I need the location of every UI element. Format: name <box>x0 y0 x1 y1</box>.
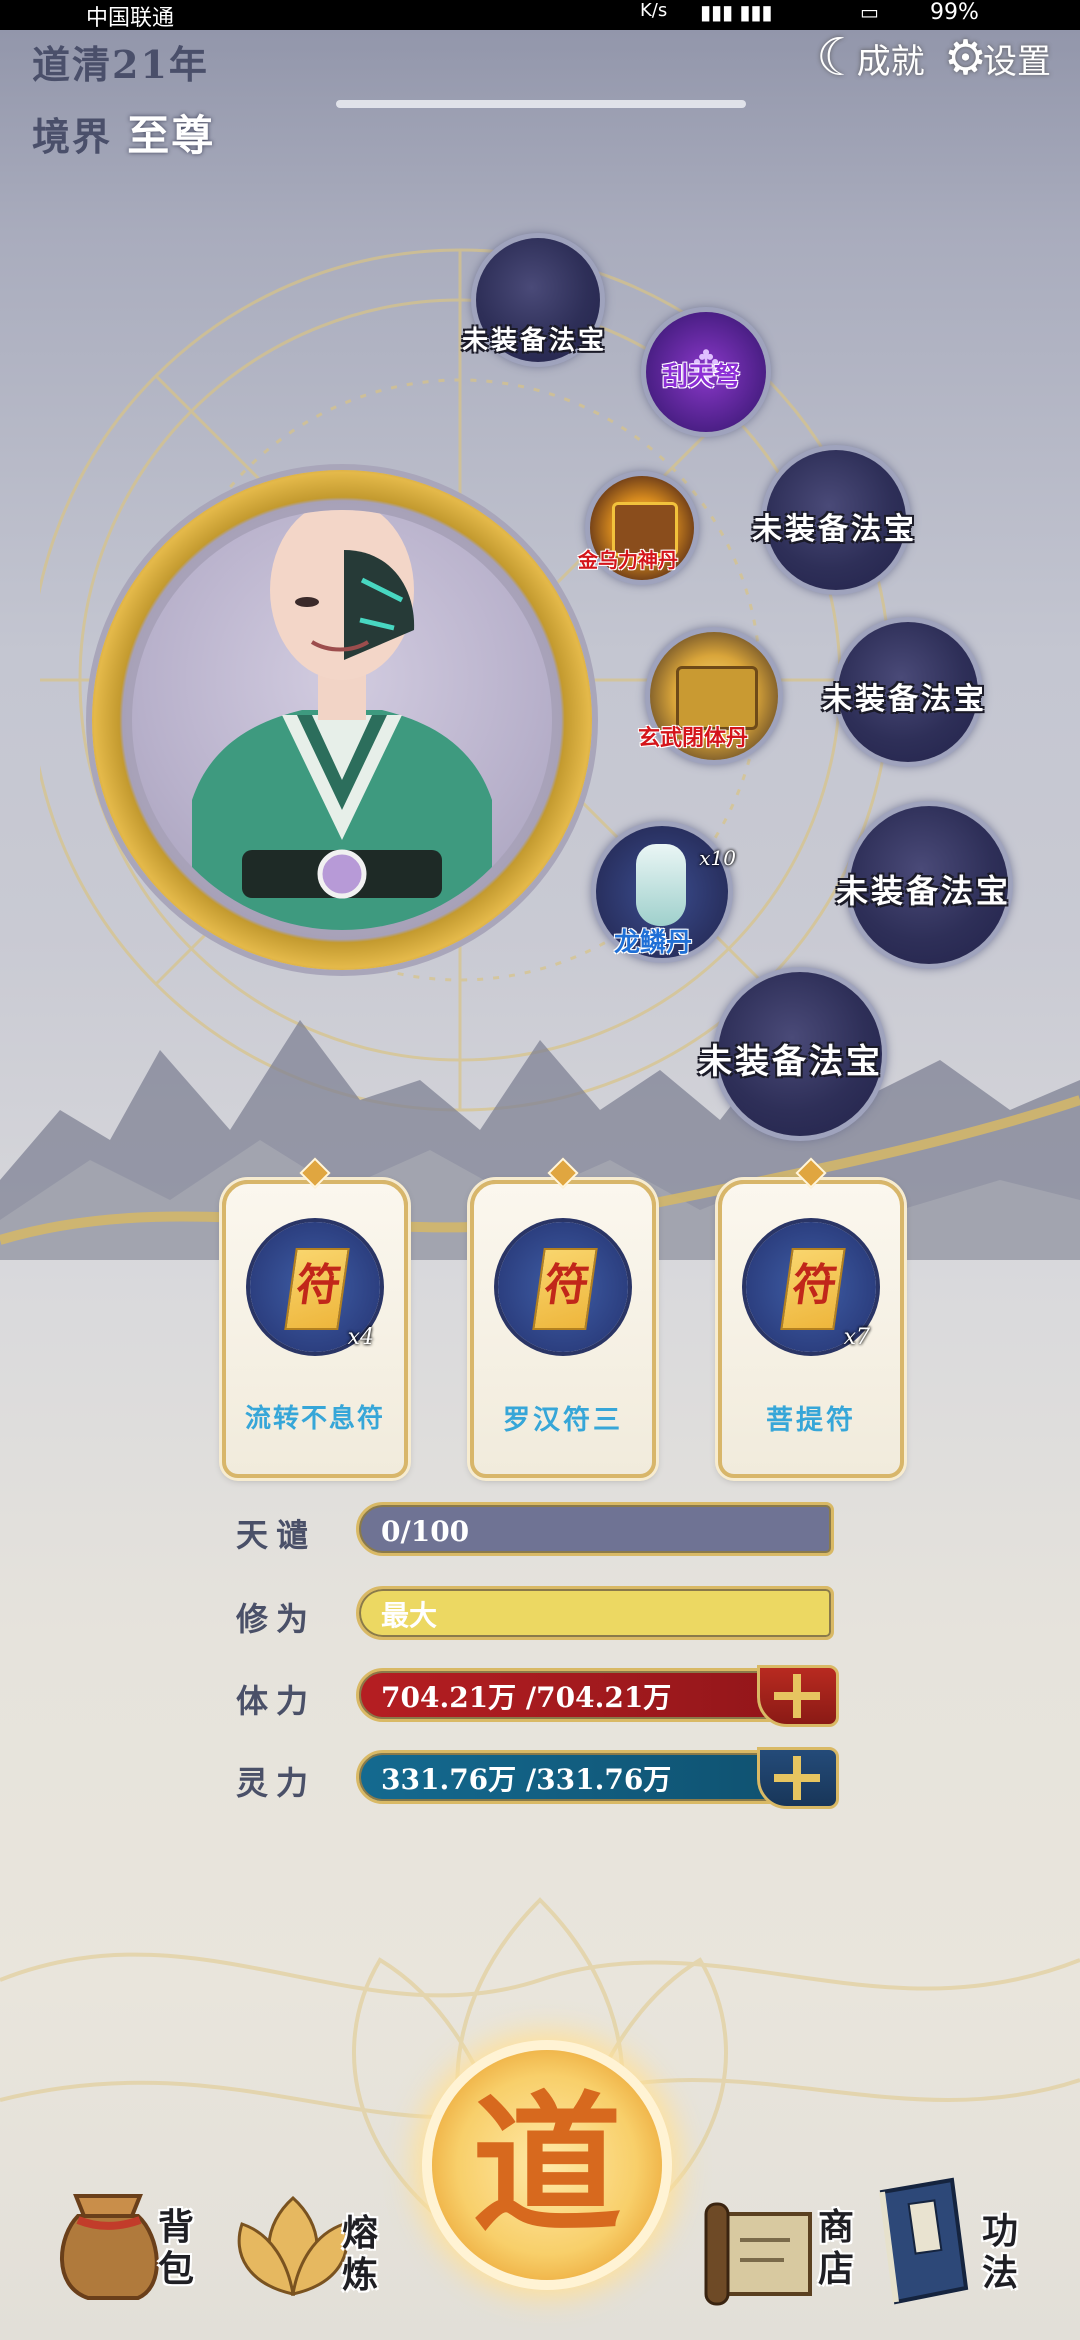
character-portrait[interactable] <box>132 510 552 930</box>
shop-text: 商店 <box>817 2206 854 2290</box>
backpack-text: 背包 <box>157 2206 194 2290</box>
realm-label: 境界 <box>32 114 113 159</box>
stat-tili-bar: 704.21万 /704.21万 <box>356 1665 839 1727</box>
stat-tili-label: 体力 <box>236 1682 317 1720</box>
shop-label[interactable]: 商店 <box>816 2206 856 2290</box>
tili-add-button[interactable] <box>757 1665 839 1727</box>
slot-4-label: 未装备法宝 <box>836 872 1012 910</box>
talisman-3-count: x7 <box>843 1325 870 1350</box>
battery-label: 99% <box>930 0 979 25</box>
dao-glyph: 道 <box>471 2077 622 2253</box>
status-bar: 中国联通 K/s ▮▮▮ ▮▮▮ ▭ 99% <box>0 0 1080 31</box>
talisman-card-1[interactable]: 符 x4 流转不息符 <box>222 1180 408 1478</box>
talisman-glyph: 符 <box>292 1260 345 1311</box>
long-lin-dan-count: x10 <box>699 846 736 870</box>
stat-xiuwei-label: 修为 <box>236 1600 317 1638</box>
talisman-glyph: 符 <box>788 1260 841 1311</box>
talisman-scroll-icon: 符 <box>498 1222 628 1352</box>
skills-text: 功法 <box>981 2210 1018 2294</box>
achievements-button[interactable]: ☾ 成就 <box>816 28 925 88</box>
crescent-moon-icon: ☾ <box>816 28 863 88</box>
battery-icon: ▭ <box>860 0 879 24</box>
smelt-label[interactable]: 熔炼 <box>340 2212 380 2296</box>
talisman-card-2[interactable]: 符 罗汉符三 <box>470 1180 656 1478</box>
lingli-add-button[interactable] <box>757 1747 839 1809</box>
realm-row: 境界 至尊 <box>32 102 215 163</box>
stat-tianqian-label: 天谴 <box>236 1516 317 1554</box>
talisman-card-3[interactable]: 符 x7 菩提符 <box>718 1180 904 1478</box>
drag-handle[interactable] <box>336 100 746 108</box>
stat-lingli-value: 331.76万 /331.76万 <box>381 1763 672 1796</box>
stat-tili-value: 704.21万 /704.21万 <box>381 1681 672 1714</box>
stat-tianqian-value: 0/100 <box>381 1515 470 1548</box>
talisman-3-name: 菩提符 <box>766 1405 856 1436</box>
talisman-scroll-icon: 符 x4 <box>250 1222 380 1352</box>
slot-2-label: 未装备法宝 <box>752 512 917 547</box>
stat-lingli-label: 灵力 <box>236 1764 317 1802</box>
dao-age-label: 道清21年 <box>32 42 209 87</box>
stat-xiuwei-bar: 最大 <box>356 1586 834 1640</box>
settings-button[interactable]: ⚙ 设置 <box>944 28 1051 88</box>
talisman-scroll-icon: 符 x7 <box>746 1222 876 1352</box>
stat-lingli-bar: 331.76万 /331.76万 <box>356 1747 839 1809</box>
settings-label: 设置 <box>983 41 1052 82</box>
dao-cultivate-button[interactable]: 道 <box>432 2050 662 2280</box>
backpack-label[interactable]: 背包 <box>156 2206 196 2290</box>
carrier-label: 中国联通 <box>86 6 175 31</box>
porcelain-vase-icon <box>636 844 686 926</box>
stat-xiuwei-value: 最大 <box>381 1599 438 1632</box>
signal-icon: ▮▮▮ ▮▮▮ <box>700 0 773 24</box>
backpack-pouch-icon[interactable] <box>48 2176 168 2306</box>
shop-scroll-icon[interactable] <box>700 2190 830 2310</box>
smelt-text: 熔炼 <box>341 2212 378 2296</box>
gear-icon: ⚙ <box>944 30 988 86</box>
skills-label[interactable]: 功法 <box>980 2210 1020 2294</box>
slot-3-label: 未装备法宝 <box>822 682 987 717</box>
smelt-lotus-icon[interactable] <box>228 2184 358 2304</box>
talisman-glyph: 符 <box>540 1260 593 1311</box>
item-long-lin-dan-label: 龙鳞丹 <box>614 928 693 958</box>
slot-1-label: 未装备法宝 <box>462 326 608 356</box>
realm-value: 至尊 <box>127 111 216 160</box>
item-xuan-wu-bi-ti-dan-label: 玄武閉体丹 <box>638 725 749 751</box>
network-speed-unit: K/s <box>640 0 668 21</box>
item-jin-wu-li-shen-dan-label: 金乌力神丹 <box>578 548 678 572</box>
achievements-label: 成就 <box>856 41 925 82</box>
talisman-2-name: 罗汉符三 <box>503 1405 623 1436</box>
slot-5-label: 未装备法宝 <box>698 1042 883 1082</box>
talisman-1-name: 流转不息符 <box>244 1404 385 1434</box>
skills-book-icon[interactable] <box>862 2172 982 2312</box>
talisman-1-count: x4 <box>347 1325 374 1350</box>
item-gua-tian-nu-label: 刮天弩 <box>662 362 741 392</box>
character-avatar-illustration <box>192 510 492 930</box>
stat-tianqian-bar: 0/100 <box>356 1502 834 1556</box>
